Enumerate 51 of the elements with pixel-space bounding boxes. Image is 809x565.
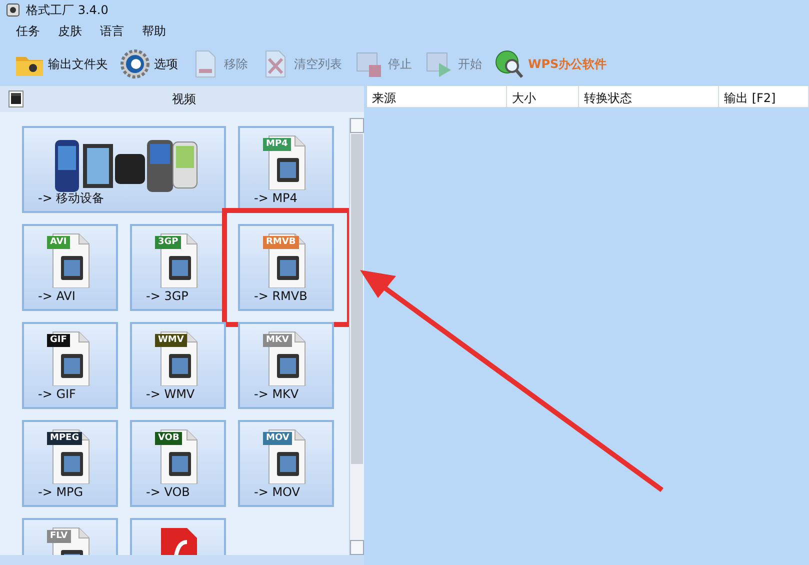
menu-item[interactable]: 帮助 — [142, 22, 166, 40]
format-badge: MP4 — [263, 138, 291, 151]
format-badge: MOV — [263, 432, 292, 445]
format-tile[interactable]: VOB -> VOB — [130, 420, 226, 507]
category-title: 视频 — [171, 91, 197, 108]
tile-label: -> WMV — [146, 386, 195, 403]
format-badge: AVI — [47, 236, 70, 249]
tile-label: -> MOV — [254, 484, 300, 501]
scroll-down-button[interactable] — [350, 540, 364, 555]
tile-label: -> MP4 — [254, 190, 298, 207]
tile-label: -> GIF — [38, 386, 76, 403]
category-header[interactable]: 视频 — [0, 86, 364, 112]
column-header[interactable]: 来源 — [367, 86, 507, 107]
format-tile[interactable]: WMV -> WMV — [130, 322, 226, 409]
format-tile[interactable]: RMVB -> RMVB — [238, 224, 334, 311]
tile-label: -> VOB — [146, 484, 190, 501]
app-icon — [6, 3, 20, 17]
column-header[interactable]: 大小 — [507, 86, 579, 107]
clapperboard-icon — [8, 90, 24, 108]
format-badge: GIF — [47, 334, 70, 347]
tile-label: -> 3GP — [146, 288, 188, 305]
format-badge: RMVB — [263, 236, 299, 249]
format-tile[interactable]: AVI -> AVI — [22, 224, 118, 311]
tile-label: -> AVI — [38, 288, 76, 305]
format-badge: VOB — [155, 432, 182, 445]
menu-item[interactable]: 任务 — [16, 22, 40, 40]
menu-item[interactable]: 语言 — [100, 22, 124, 40]
menu-item[interactable]: 皮肤 — [58, 22, 82, 40]
scroll-up-button[interactable] — [350, 118, 364, 133]
format-tile[interactable]: MPEG -> MPG — [22, 420, 118, 507]
format-badge: WMV — [155, 334, 187, 347]
tile-label: -> MKV — [254, 386, 299, 403]
format-tile[interactable]: -> 移动设备 — [22, 126, 226, 213]
column-header[interactable]: 转换状态 — [579, 86, 719, 107]
scroll-thumb[interactable] — [351, 134, 363, 464]
window-title: 格式工厂 3.4.0 — [26, 2, 108, 19]
format-tile[interactable]: MKV -> MKV — [238, 322, 334, 409]
toolbar-button[interactable]: 输出文件夹 — [12, 47, 114, 81]
globe-magnifier-icon — [494, 49, 524, 79]
toolbar-button[interactable]: 选项 — [118, 47, 184, 81]
format-badge: MPEG — [47, 432, 82, 445]
tile-label: -> 移动设备 — [38, 190, 104, 207]
format-badge: FLV — [47, 530, 71, 543]
format-badge: 3GP — [155, 236, 182, 249]
format-tile[interactable]: MOV -> MOV — [238, 420, 334, 507]
format-tile[interactable]: GIF -> GIF — [22, 322, 118, 409]
tile-label: -> RMVB — [254, 288, 308, 305]
format-badge: MKV — [263, 334, 292, 347]
settings-icon — [120, 49, 150, 79]
column-header[interactable]: 输出 [F2] — [719, 86, 809, 107]
tile-label: -> MPG — [38, 484, 84, 501]
